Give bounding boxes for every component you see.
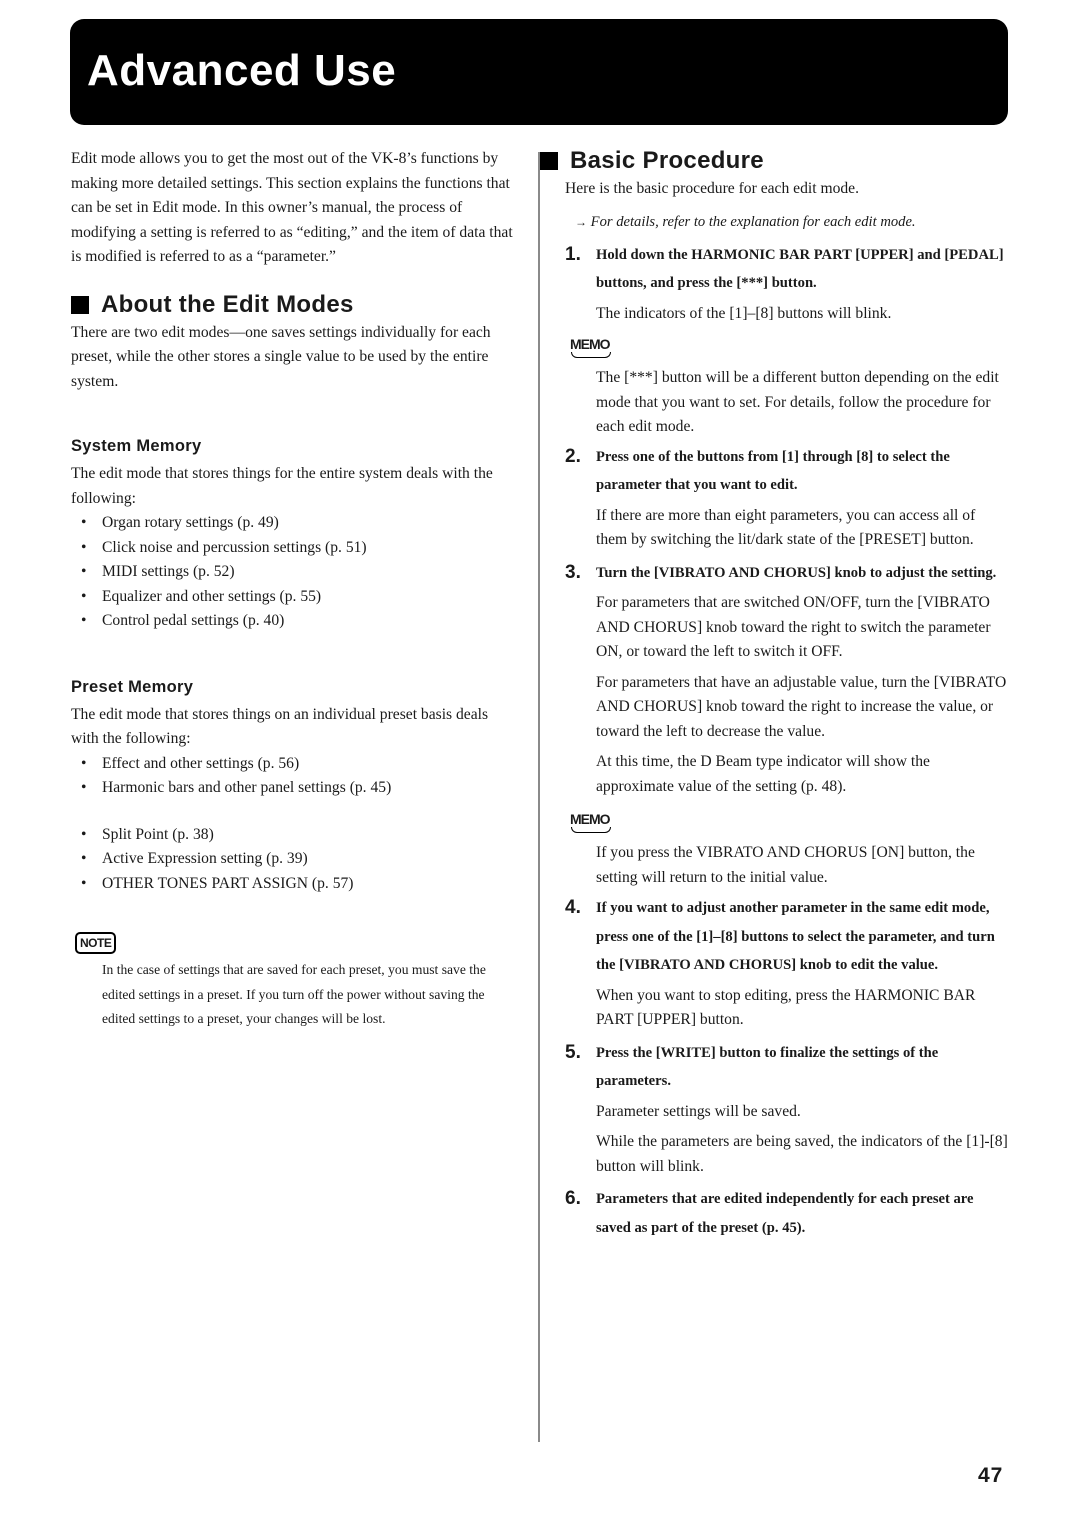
chapter-title: Advanced Use <box>87 46 397 95</box>
step-number: 6. <box>565 1188 581 1209</box>
square-bullet-icon <box>540 152 558 170</box>
bullet-icon: • <box>81 874 87 892</box>
step-6: 6. Parameters that are edited independen… <box>565 1185 1010 1242</box>
step-body: The indicators of the [1]–[8] buttons wi… <box>596 304 892 322</box>
square-bullet-icon <box>71 295 89 314</box>
step-instruction: Press one of the buttons from [1] throug… <box>596 448 950 494</box>
step-number: 5. <box>565 1041 581 1063</box>
step-body: At this time, the D Beam type indicator … <box>596 753 930 795</box>
chapter-banner: Advanced Use <box>70 19 1008 125</box>
steps-list: 1. Hold down the HARMONIC BAR PART [UPPE… <box>565 241 1010 1243</box>
section-heading-about: About the Edit Modes <box>71 289 516 321</box>
list-item: • Click noise and percussion settings (p.… <box>71 536 516 561</box>
step-3: 3. Turn the [VIBRATO AND CHORUS] knob to… <box>565 559 1010 588</box>
left-column: Edit mode allows you to get the most out… <box>71 147 516 1032</box>
section-heading-text: About the Edit Modes <box>101 290 354 318</box>
column-divider <box>538 152 540 1442</box>
list-item: • Active Expression setting (p. 39) <box>71 847 516 872</box>
system-memory-list: • Organ rotary settings (p. 49) • Click no… <box>71 511 516 634</box>
step-number: 1. <box>565 243 581 265</box>
list-item: • Equalizer and other settings (p. 55) <box>71 585 516 610</box>
cross-reference: → For details, refer to the explanation … <box>575 213 916 230</box>
step-number: 3. <box>565 561 581 583</box>
subheading-system-memory: System Memory <box>71 437 202 455</box>
intro-paragraph: Edit mode allows you to get the most out… <box>71 150 513 265</box>
bullet-icon: • <box>81 538 87 556</box>
memo-block: MEMO <box>568 336 1010 363</box>
step-5: 5. Press the [WRITE] button to finalize … <box>565 1039 1010 1096</box>
list-item: • MIDI settings (p. 52) <box>71 560 516 585</box>
step-body: Parameter settings will be saved. <box>596 1102 801 1120</box>
step-instruction: If you want to adjust another parameter … <box>596 900 995 973</box>
memo-icon: MEMO <box>568 336 616 358</box>
memo-block: MEMO <box>568 811 1010 838</box>
step-4: 4. If you want to adjust another paramet… <box>565 894 1010 980</box>
bullet-icon: • <box>81 514 87 531</box>
bullet-icon: • <box>81 612 87 629</box>
step-number: 4. <box>565 897 581 918</box>
arrow-right-icon: → <box>575 214 587 229</box>
bullet-icon: • <box>81 779 87 796</box>
list-item: • OTHER TONES PART ASSIGN (p. 57) <box>71 872 516 897</box>
memo-text: If you press the VIBRATO AND CHORUS [ON]… <box>596 844 975 886</box>
list-item: • Control pedal settings (p. 40) <box>71 609 516 634</box>
list-item: • Harmonic bars and other panel settings … <box>71 776 516 801</box>
step-instruction: Turn the [VIBRATO AND CHORUS] knob to ad… <box>596 564 997 581</box>
right-column: Basic Procedure Here is the basic proced… <box>540 145 1010 1243</box>
subheading-preset-memory: Preset Memory <box>71 677 194 696</box>
preset-memory-list-b: • Split Point (p. 38) • Active Expression … <box>71 823 516 897</box>
section-heading-basic-procedure: Basic Procedure <box>540 145 1010 177</box>
step-number: 2. <box>565 445 581 467</box>
about-paragraph: There are two edit modes—one saves setti… <box>71 323 491 390</box>
bullet-icon: • <box>81 825 87 843</box>
step-instruction: Press the [WRITE] button to finalize the… <box>596 1044 939 1090</box>
step-2: 2. Press one of the buttons from [1] thr… <box>565 443 1010 500</box>
step-instruction: Hold down the HARMONIC BAR PART [UPPER] … <box>596 246 1004 292</box>
step-body: For parameters that have an adjustable v… <box>596 673 1007 740</box>
step-body: For parameters that are switched ON/OFF,… <box>596 594 991 660</box>
section-heading-text: Basic Procedure <box>570 147 764 174</box>
system-memory-paragraph: The edit mode that stores things for the… <box>71 465 493 507</box>
list-item: • Split Point (p. 38) <box>71 823 516 848</box>
preset-memory-list-a: • Effect and other settings (p. 56) • Harm… <box>71 752 516 801</box>
step-instruction: Parameters that are edited independently… <box>596 1191 974 1236</box>
step-body: If there are more than eight parameters,… <box>596 506 976 549</box>
bullet-icon: • <box>81 754 87 772</box>
memo-text: The [***] button will be a different but… <box>596 369 999 435</box>
procedure-intro: Here is the basic procedure for each edi… <box>565 180 859 197</box>
note-box: NOTE <box>75 932 516 954</box>
bullet-icon: • <box>81 850 87 867</box>
step-body: While the parameters are being saved, th… <box>596 1133 1008 1175</box>
bullet-icon: • <box>81 587 87 605</box>
note-text: In the case of settings that are saved f… <box>102 962 486 1026</box>
step-body: When you want to stop editing, press the… <box>596 986 976 1029</box>
page-number: 47 <box>978 1464 1004 1487</box>
bullet-icon: • <box>81 563 87 580</box>
note-icon: NOTE <box>75 932 117 954</box>
list-item: • Effect and other settings (p. 56) <box>71 752 516 777</box>
memo-icon: MEMO <box>568 811 616 833</box>
step-1: 1. Hold down the HARMONIC BAR PART [UPPE… <box>565 241 1010 298</box>
preset-memory-paragraph: The edit mode that stores things on an i… <box>71 705 489 748</box>
list-item: • Organ rotary settings (p. 49) <box>71 511 516 536</box>
